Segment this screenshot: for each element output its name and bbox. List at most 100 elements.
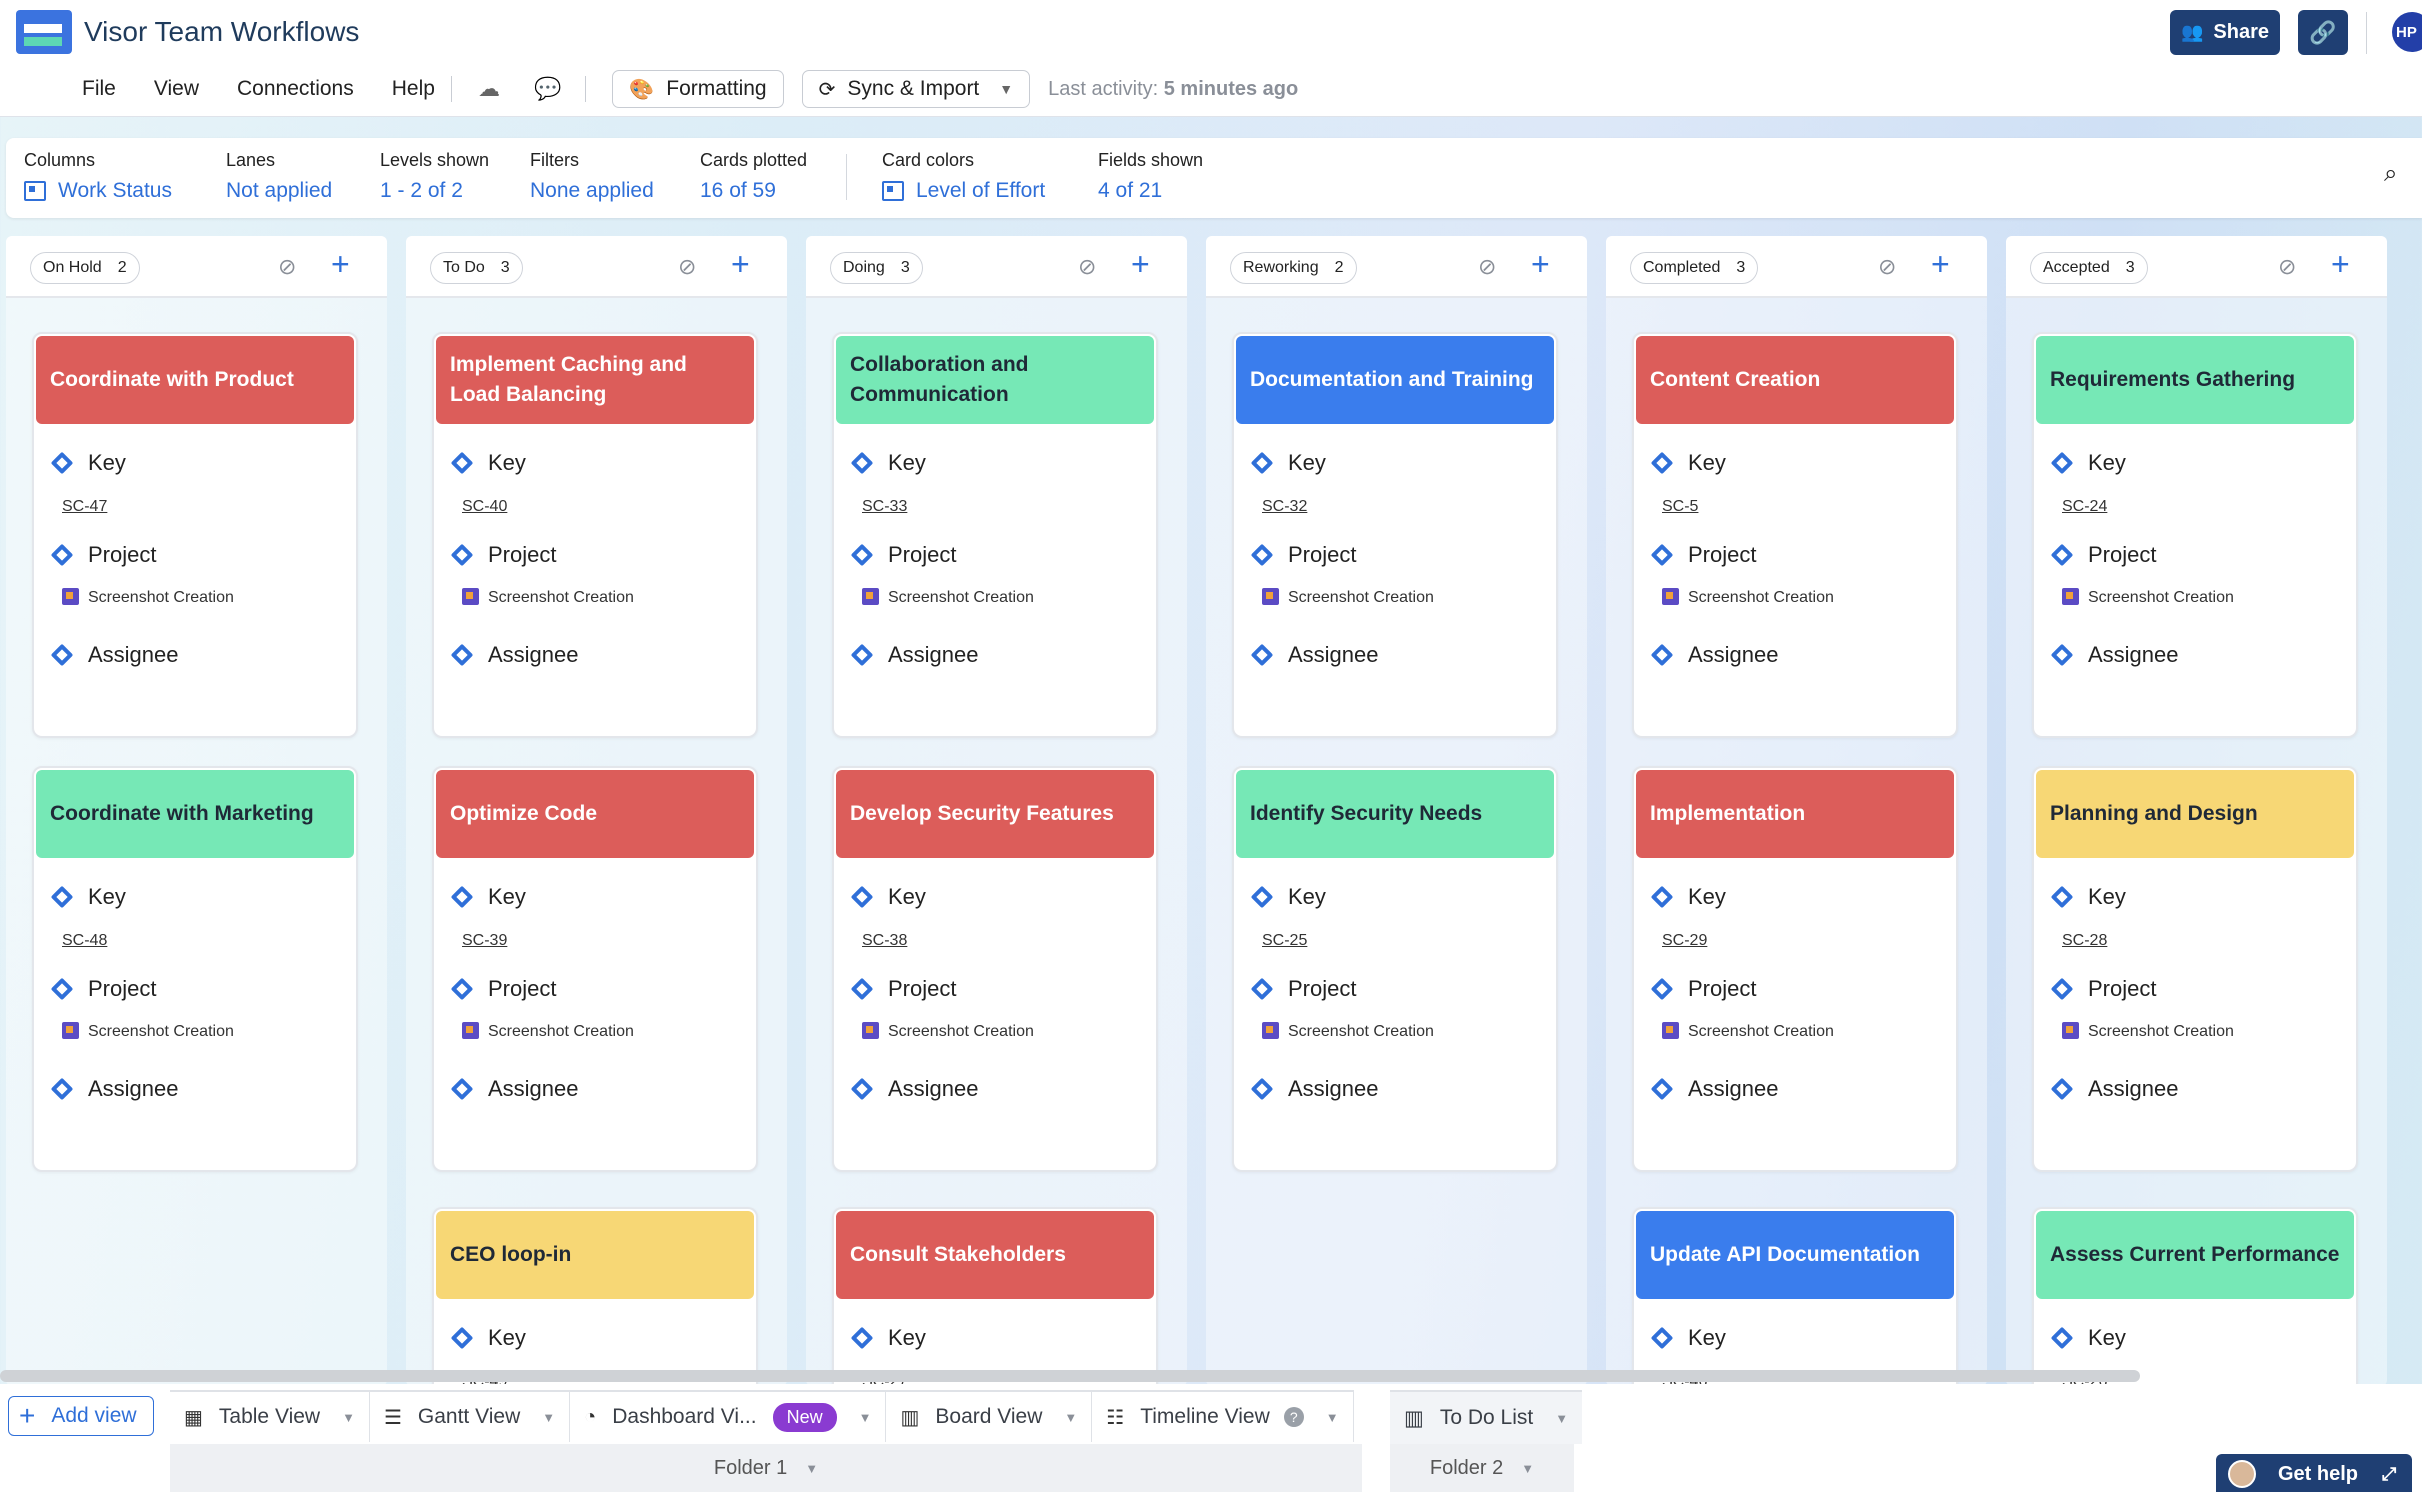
chevron-down-icon[interactable]: ▼ — [342, 1410, 355, 1425]
tab-gantt-view[interactable]: ☰ Gantt View ▼ — [370, 1392, 571, 1442]
get-help-button[interactable]: Get help ⤢ — [2216, 1454, 2412, 1492]
card-title[interactable]: Implement Caching and Load Balancing — [436, 336, 754, 424]
add-card-icon[interactable]: + — [1131, 246, 1150, 283]
issue-key-link[interactable]: SC-39 — [462, 932, 507, 950]
card-title[interactable]: Planning and Design — [2036, 770, 2354, 858]
formatting-button[interactable]: 🎨 Formatting — [612, 70, 784, 108]
hide-column-icon[interactable]: ⊘ — [2278, 254, 2296, 280]
hide-column-icon[interactable]: ⊘ — [278, 254, 296, 280]
board-card[interactable]: Content Creation Key SC-5 Project Screenshot… — [1632, 332, 1958, 738]
board-card[interactable]: Coordinate with Marketing Key SC-48 Project… — [32, 766, 358, 1172]
card-title[interactable]: Documentation and Training — [1236, 336, 1554, 424]
hide-column-icon[interactable]: ⊘ — [1478, 254, 1496, 280]
column-name-chip[interactable]: Completed 3 — [1630, 252, 1759, 284]
add-view-button[interactable]: + Add view — [8, 1396, 154, 1436]
setting-columns[interactable]: Columns Work Status — [24, 150, 172, 203]
tab-dashboard-view[interactable]: ◔ Dashboard Vi... New ▼ — [570, 1392, 887, 1442]
column-name-chip[interactable]: Doing 3 — [830, 252, 923, 284]
card-title[interactable]: Develop Security Features — [836, 770, 1154, 858]
chevron-down-icon[interactable]: ▼ — [542, 1410, 555, 1425]
card-title[interactable]: Requirements Gathering — [2036, 336, 2354, 424]
sync-import-button[interactable]: ⟳ Sync & Import ▼ — [801, 70, 1031, 108]
issue-key-link[interactable]: SC-28 — [2062, 932, 2107, 950]
board-card[interactable]: Implement Caching and Load Balancing Key S… — [432, 332, 758, 738]
setting-fields-shown[interactable]: Fields shown 4 of 21 — [1098, 150, 1203, 203]
hide-column-icon[interactable]: ⊘ — [1878, 254, 1896, 280]
tab-timeline-view[interactable]: ☷ Timeline View ? ▼ — [1092, 1392, 1354, 1442]
menu-help[interactable]: Help — [392, 77, 435, 101]
setting-card-colors[interactable]: Card colors Level of Effort — [882, 150, 1045, 203]
column-name-chip[interactable]: Reworking 2 — [1230, 252, 1357, 284]
card-title[interactable]: Optimize Code — [436, 770, 754, 858]
board-card[interactable]: Develop Security Features Key SC-38 Project… — [832, 766, 1158, 1172]
card-title[interactable]: Coordinate with Marketing — [36, 770, 354, 858]
menu-file[interactable]: File — [82, 77, 116, 101]
horizontal-scrollbar[interactable] — [0, 1370, 2140, 1382]
issue-key-link[interactable]: SC-29 — [1662, 932, 1707, 950]
workbook-title[interactable]: Visor Team Workflows — [84, 16, 359, 48]
issue-key-link[interactable]: SC-24 — [2062, 498, 2107, 516]
board-card[interactable]: Optimize Code Key SC-39 Project Screenshot C… — [432, 766, 758, 1172]
tab-board-view[interactable]: ▥ Board View ▼ — [886, 1392, 1093, 1442]
board-card[interactable]: Requirements Gathering Key SC-24 Project Scr… — [2032, 332, 2358, 738]
chevron-down-icon[interactable]: ▼ — [859, 1410, 872, 1425]
setting-filters[interactable]: Filters None applied — [530, 150, 654, 203]
add-card-icon[interactable]: + — [331, 246, 350, 283]
search-icon[interactable]: ⌕ — [2384, 160, 2397, 188]
card-title[interactable]: Assess Current Performance — [2036, 1211, 2354, 1299]
card-title[interactable]: Update API Documentation — [1636, 1211, 1954, 1299]
board-card[interactable]: Documentation and Training Key SC-32 Projec… — [1232, 332, 1558, 738]
menu-connections[interactable]: Connections — [237, 77, 354, 101]
setting-cards-plotted[interactable]: Cards plotted 16 of 59 — [700, 150, 807, 203]
tab-table-view[interactable]: ▦ Table View ▼ — [170, 1392, 370, 1442]
help-icon[interactable]: ? — [1283, 1407, 1304, 1427]
chevron-down-icon[interactable]: ▼ — [1326, 1410, 1339, 1425]
board-card[interactable]: Update API DocumentationKeySC-46 — [1632, 1207, 1958, 1386]
copy-link-button[interactable]: 🔗 — [2298, 10, 2348, 55]
board-card[interactable]: Identify Security Needs Key SC-25 Project Sc… — [1232, 766, 1558, 1172]
chevron-down-icon[interactable]: ▼ — [1064, 1410, 1077, 1425]
card-title[interactable]: Consult Stakeholders — [836, 1211, 1154, 1299]
add-card-icon[interactable]: + — [1531, 246, 1550, 283]
card-title[interactable]: CEO loop-in — [436, 1211, 754, 1299]
column-name-chip[interactable]: To Do 3 — [430, 252, 523, 284]
column-name-chip[interactable]: Accepted 3 — [2030, 252, 2148, 284]
card-title[interactable]: Coordinate with Product — [36, 336, 354, 424]
setting-lanes[interactable]: Lanes Not applied — [226, 150, 332, 203]
menu-view[interactable]: View — [154, 77, 199, 101]
add-card-icon[interactable]: + — [1931, 246, 1950, 283]
share-button[interactable]: 👥 Share — [2170, 10, 2280, 55]
board-card[interactable]: Consult StakeholdersKeySC-27 — [832, 1207, 1158, 1386]
board-card[interactable]: Assess Current PerformanceKeySC-26 — [2032, 1207, 2358, 1386]
tab-to-do-list[interactable]: ▥ To Do List ▼ — [1390, 1390, 1583, 1444]
issue-key-link[interactable]: SC-47 — [62, 498, 107, 516]
add-card-icon[interactable]: + — [731, 246, 750, 283]
issue-key-link[interactable]: SC-33 — [862, 498, 907, 516]
card-title[interactable]: Identify Security Needs — [1236, 770, 1554, 858]
cloud-icon[interactable]: ☁ — [478, 76, 500, 102]
hide-column-icon[interactable]: ⊘ — [1078, 254, 1096, 280]
folder-2[interactable]: Folder 2 ▼ — [1390, 1444, 1574, 1492]
board-card[interactable]: Planning and Design Key SC-28 Project Screen… — [2032, 766, 2358, 1172]
issue-key-link[interactable]: SC-5 — [1662, 498, 1698, 516]
avatar[interactable]: HP — [2392, 12, 2422, 52]
chevron-down-icon[interactable]: ▼ — [1555, 1411, 1568, 1426]
issue-key-link[interactable]: SC-38 — [862, 932, 907, 950]
issue-key-link[interactable]: SC-48 — [62, 932, 107, 950]
board-card[interactable]: Implementation Key SC-29 Project Screenshot … — [1632, 766, 1958, 1172]
card-title[interactable]: Implementation — [1636, 770, 1954, 858]
visor-logo-icon[interactable] — [16, 10, 72, 54]
board-card[interactable]: Coordinate with Product Key SC-47 Project Sc… — [32, 332, 358, 738]
hide-column-icon[interactable]: ⊘ — [678, 254, 696, 280]
folder-1[interactable]: Folder 1 ▼ — [170, 1444, 1362, 1492]
issue-key-link[interactable]: SC-25 — [1262, 932, 1307, 950]
board-card[interactable]: CEO loop-inKeySC-49 — [432, 1207, 758, 1386]
card-title[interactable]: Content Creation — [1636, 336, 1954, 424]
board-card[interactable]: Collaboration and Communication Key SC-33 P… — [832, 332, 1158, 738]
issue-key-link[interactable]: SC-32 — [1262, 498, 1307, 516]
issue-key-link[interactable]: SC-40 — [462, 498, 507, 516]
card-title[interactable]: Collaboration and Communication — [836, 336, 1154, 424]
setting-levels-shown[interactable]: Levels shown 1 - 2 of 2 — [380, 150, 489, 203]
add-card-icon[interactable]: + — [2331, 246, 2350, 283]
comment-icon[interactable]: 💬 — [534, 76, 561, 102]
